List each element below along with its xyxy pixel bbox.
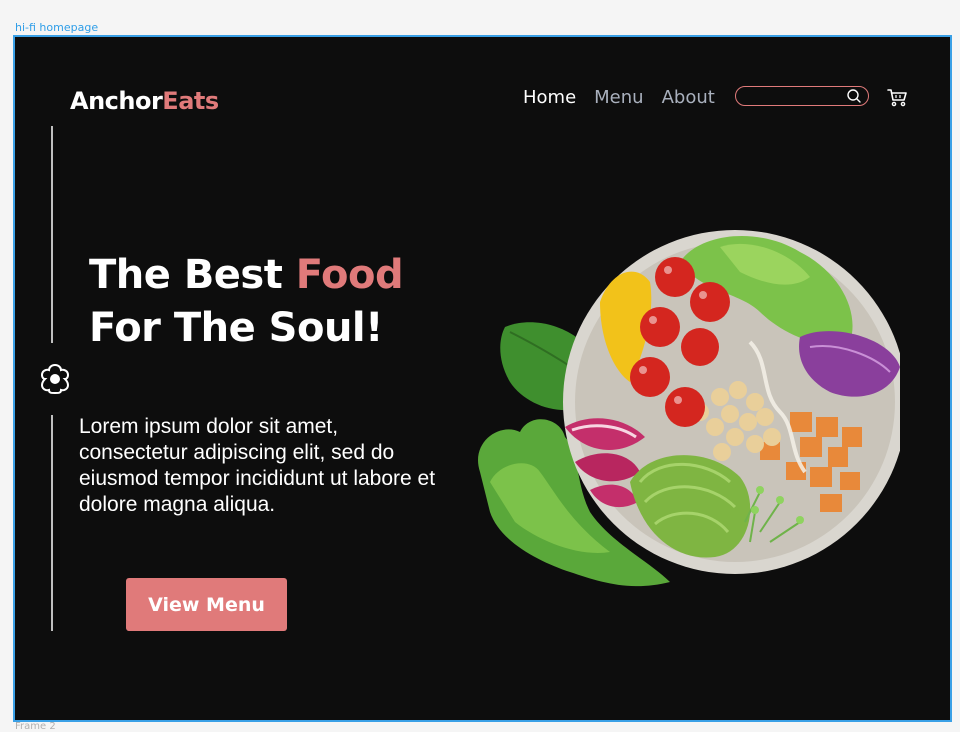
side-divider-top — [51, 126, 53, 343]
nav-item-menu[interactable]: Menu — [594, 87, 643, 108]
nav-item-about[interactable]: About — [662, 87, 715, 108]
search-icon[interactable] — [846, 88, 862, 104]
search-box[interactable] — [735, 86, 869, 106]
salad-bowl-image — [478, 230, 900, 587]
brand-name-part1: Anchor — [70, 87, 163, 115]
headline-line1: The Best Food — [89, 252, 404, 298]
brand-logo[interactable]: AnchorEats — [70, 87, 219, 115]
brand-name-part2: Eats — [162, 87, 219, 115]
flower-icon — [40, 363, 70, 394]
frame-footer-label: Frame 2 — [15, 721, 56, 732]
hero-headline: The Best Food For The Soul! — [89, 249, 404, 355]
headline-line2: For The Soul! — [89, 305, 383, 351]
view-menu-button[interactable]: View Menu — [126, 578, 287, 631]
cart-icon[interactable] — [886, 86, 908, 108]
main-nav: Home Menu About — [523, 87, 733, 108]
homepage-frame: AnchorEats Home Menu About The Best Food… — [13, 35, 952, 722]
side-divider-bottom — [51, 415, 53, 631]
search-input[interactable] — [744, 88, 848, 105]
nav-item-home[interactable]: Home — [523, 87, 576, 108]
headline-accent-word: Food — [295, 252, 404, 298]
hero-body-text: Lorem ipsum dolor sit amet, consectetur … — [79, 415, 436, 516]
frame-title-label: hi-fi homepage — [15, 21, 99, 34]
